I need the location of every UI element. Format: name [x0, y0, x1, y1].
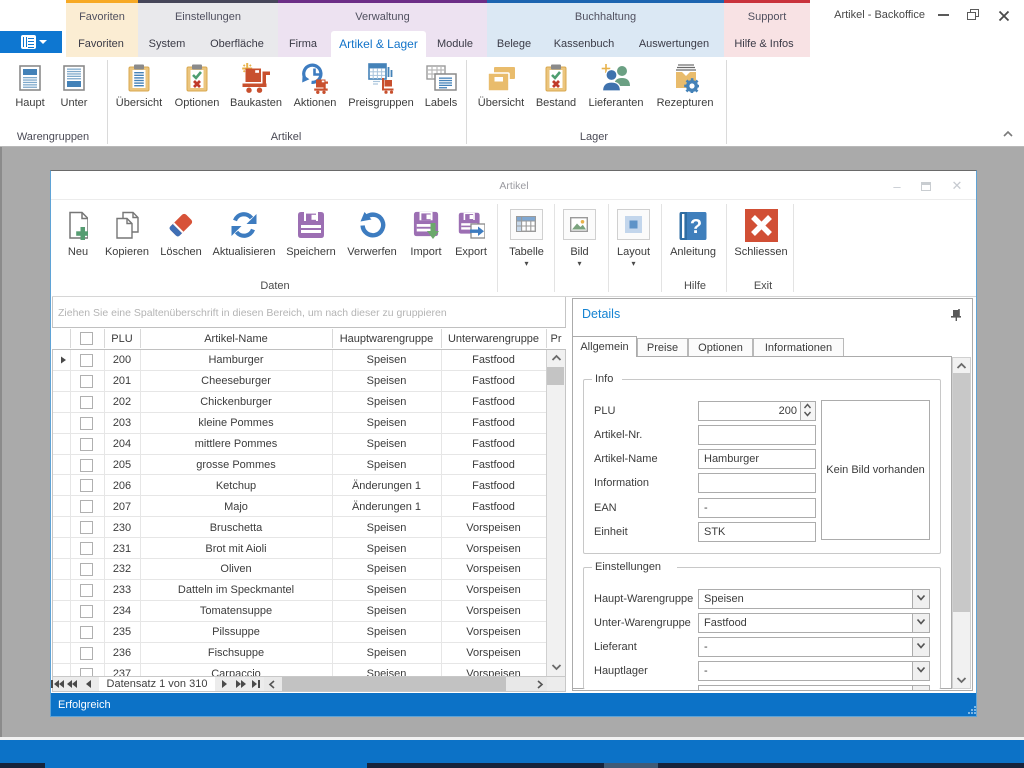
- svg-text:?: ?: [690, 216, 702, 238]
